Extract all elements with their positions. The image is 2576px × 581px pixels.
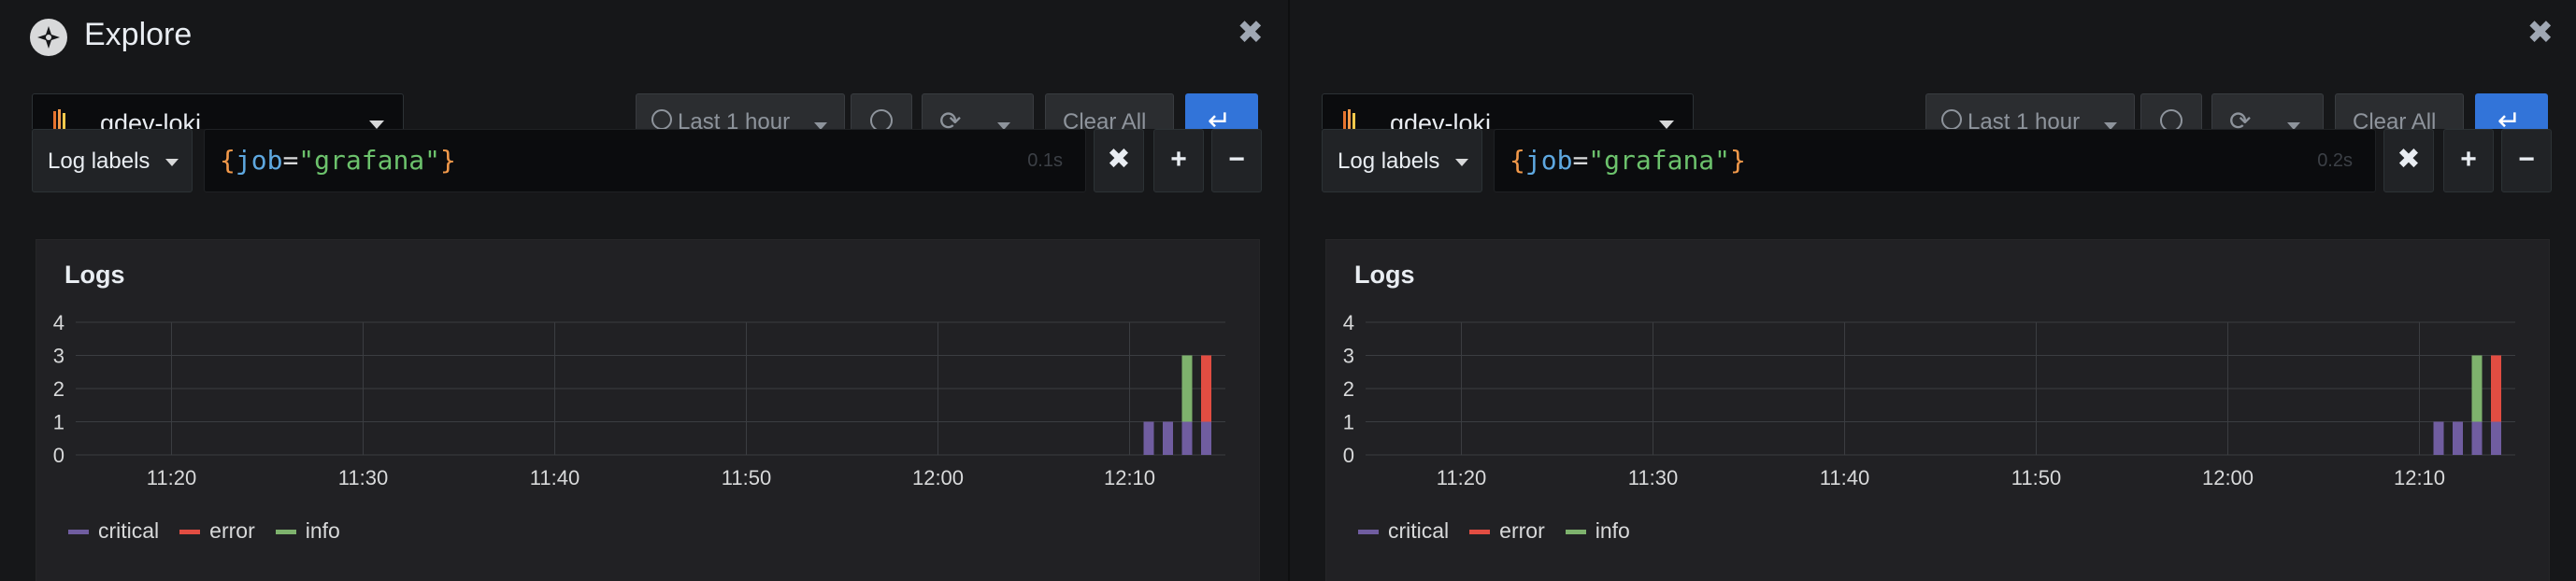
legend-item-critical[interactable]: critical <box>1358 518 1449 544</box>
x-tick-label: 12:00 <box>2202 466 2254 489</box>
x-tick-label: 12:00 <box>912 466 964 489</box>
bar-critical <box>2491 421 2501 455</box>
x-tick-label: 11:30 <box>338 466 388 489</box>
legend-label: critical <box>1388 518 1450 543</box>
query-expression: {job="grafana"} <box>1510 145 1746 176</box>
query-elapsed-time: 0.1s <box>1027 150 1063 171</box>
legend-label: info <box>1595 518 1630 543</box>
explore-pane-left: Explore ✖ gdev-loki Last 1 hour ⟳ Clear … <box>0 0 1288 581</box>
x-tick-label: 12:10 <box>1104 466 1155 489</box>
log-labels-button[interactable]: Log labels <box>32 129 193 192</box>
y-tick-label: 4 <box>1343 315 1354 334</box>
bar-critical <box>1163 421 1173 455</box>
y-tick-label: 2 <box>1343 377 1354 401</box>
legend-label: error <box>209 518 255 543</box>
y-tick-label: 4 <box>53 315 64 334</box>
legend-item-info[interactable]: info <box>1565 518 1630 544</box>
bar-error <box>1201 355 1211 422</box>
y-tick-label: 3 <box>53 345 64 368</box>
chevron-down-icon <box>369 120 384 129</box>
bar-critical <box>2433 421 2444 455</box>
close-pane-icon[interactable]: ✖ <box>1238 17 1265 49</box>
y-tick-label: 1 <box>1343 411 1354 434</box>
chart-legend: critical error info <box>1358 518 1651 544</box>
x-tick-label: 11:50 <box>722 466 771 489</box>
chart-legend: critical error info <box>68 518 361 544</box>
add-query-button[interactable]: + <box>1153 129 1204 192</box>
bar-critical <box>2471 421 2483 455</box>
legend-label: info <box>305 518 340 543</box>
y-tick-label: 3 <box>1343 345 1354 368</box>
x-tick-label: 11:20 <box>147 466 196 489</box>
legend-swatch <box>1358 530 1379 535</box>
logs-title: Logs <box>64 261 125 289</box>
legend-swatch <box>179 530 201 535</box>
y-tick-label: 0 <box>53 444 64 467</box>
compass-icon <box>30 19 67 56</box>
y-tick-label: 0 <box>1343 444 1354 467</box>
clock-icon <box>651 109 672 130</box>
legend-item-info[interactable]: info <box>275 518 340 544</box>
bar-info <box>1181 355 1193 422</box>
legend-swatch <box>275 530 296 535</box>
legend-item-error[interactable]: error <box>179 518 255 544</box>
bar-info <box>2471 355 2483 422</box>
logs-panel: Logs 0 1 2 3 4 11:20 11:30 11:40 11:50 12:00 12:10… <box>1325 239 2550 581</box>
x-tick-label: 11:40 <box>530 466 580 489</box>
log-labels-button[interactable]: Log labels <box>1322 129 1482 192</box>
explore-pane-right: ✖ gdev-loki Last 1 hour ⟳ Clear All ↵ Lo… <box>1290 0 2576 581</box>
legend-item-error[interactable]: error <box>1469 518 1545 544</box>
bar-critical <box>1143 421 1154 455</box>
explore-header: ✖ <box>1290 0 2576 73</box>
log-labels-label: Log labels <box>48 149 150 174</box>
y-tick-label: 1 <box>53 411 64 434</box>
chevron-down-icon <box>165 159 179 166</box>
query-input[interactable]: {job="grafana"} 0.1s <box>204 129 1086 192</box>
remove-query-button[interactable]: ✖ <box>2383 129 2434 192</box>
x-tick-label: 11:40 <box>1820 466 1869 489</box>
bar-critical <box>2453 421 2463 455</box>
remove-query-button[interactable]: ✖ <box>1094 129 1144 192</box>
x-tick-label: 12:10 <box>2394 466 2445 489</box>
query-input[interactable]: {job="grafana"} 0.2s <box>1494 129 2376 192</box>
logs-volume-chart: 0 1 2 3 4 11:20 11:30 11:40 11:50 12:00 12:10 <box>1343 315 2515 489</box>
query-elapsed-time: 0.2s <box>2317 150 2353 171</box>
logs-title: Logs <box>1354 261 1415 289</box>
legend-label: critical <box>98 518 160 543</box>
explore-header: Explore ✖ <box>0 0 1288 73</box>
x-tick-label: 11:20 <box>1437 466 1486 489</box>
y-tick-label: 2 <box>53 377 64 401</box>
x-tick-label: 11:30 <box>1628 466 1678 489</box>
chevron-down-icon <box>1455 159 1468 166</box>
legend-label: error <box>1499 518 1545 543</box>
query-row: Log labels {job="grafana"} 0.2s ✖ + − <box>1290 129 2576 192</box>
log-labels-label: Log labels <box>1338 149 1440 174</box>
logs-panel: Logs 0 1 2 3 4 11:20 11:30 11:40 11:50 12:00 12:10… <box>36 239 1260 581</box>
query-row: Log labels {job="grafana"} 0.1s ✖ + − <box>0 129 1288 192</box>
chevron-down-icon <box>1659 120 1674 129</box>
legend-swatch <box>1565 530 1586 535</box>
page-title: Explore <box>84 17 193 52</box>
bar-critical <box>1181 421 1193 455</box>
legend-swatch <box>68 530 89 535</box>
close-pane-icon[interactable]: ✖ <box>2527 17 2555 49</box>
bar-critical <box>1201 421 1211 455</box>
collapse-query-button[interactable]: − <box>1211 129 1262 192</box>
add-query-button[interactable]: + <box>2443 129 2494 192</box>
x-tick-label: 11:50 <box>2011 466 2061 489</box>
query-expression: {job="grafana"} <box>220 145 456 176</box>
logs-volume-chart: 0 1 2 3 4 11:20 11:30 11:40 11:50 12:00 12:10 <box>53 315 1225 489</box>
legend-item-critical[interactable]: critical <box>68 518 159 544</box>
clock-icon <box>1941 109 1962 130</box>
legend-swatch <box>1469 530 1491 535</box>
collapse-query-button[interactable]: − <box>2501 129 2552 192</box>
bar-error <box>2491 355 2501 422</box>
